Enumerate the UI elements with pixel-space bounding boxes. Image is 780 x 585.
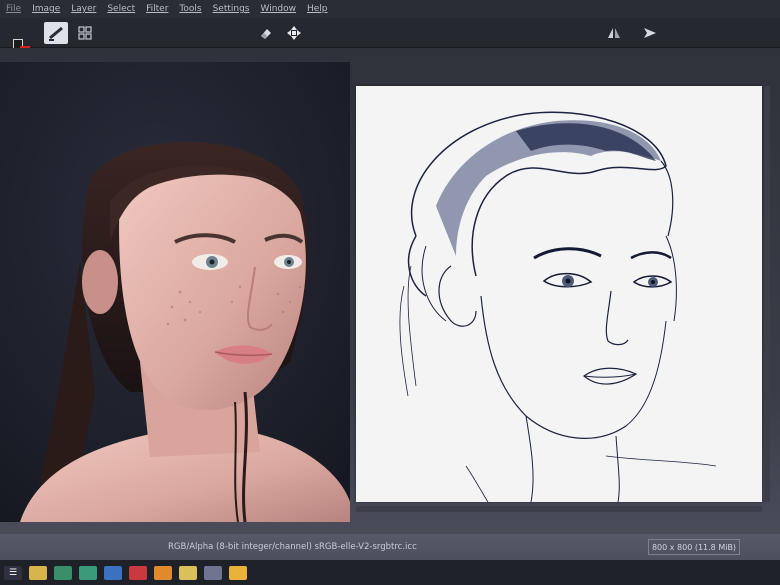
store-icon[interactable] bbox=[54, 565, 72, 580]
image-size-button[interactable]: 800 x 800 (11.8 MiB) bbox=[648, 539, 740, 555]
eraser-icon bbox=[261, 29, 271, 39]
drawing-canvas[interactable] bbox=[356, 86, 762, 502]
vertical-scrollbar[interactable] bbox=[764, 86, 770, 502]
menu-window[interactable]: Window bbox=[261, 4, 297, 14]
menubar: File Image Layer Select Filter Tools Set… bbox=[0, 0, 780, 18]
move-button[interactable] bbox=[286, 22, 302, 44]
brush-preset-icon bbox=[49, 26, 63, 41]
arrow-icon bbox=[644, 28, 656, 38]
move-icon bbox=[287, 26, 301, 40]
krita-icon[interactable] bbox=[229, 565, 247, 580]
menu-file[interactable]: File bbox=[6, 4, 21, 14]
image-size-label: 800 x 800 (11.8 MiB) bbox=[651, 542, 737, 552]
horizontal-scrollbar[interactable] bbox=[356, 506, 762, 512]
reference-image-docker bbox=[0, 62, 350, 522]
krita-window: File Image Layer Select Filter Tools Set… bbox=[0, 0, 780, 585]
reference-photo bbox=[0, 62, 350, 522]
menu-select[interactable]: Select bbox=[107, 4, 135, 14]
app-icon[interactable] bbox=[129, 565, 147, 580]
media-icon[interactable] bbox=[79, 565, 97, 580]
office-icon[interactable] bbox=[154, 565, 172, 580]
folder-icon[interactable] bbox=[29, 565, 47, 580]
menu-tools[interactable]: Tools bbox=[179, 4, 201, 14]
grid-icon bbox=[78, 26, 92, 40]
menu-filter[interactable]: Filter bbox=[146, 4, 168, 14]
menu-layer[interactable]: Layer bbox=[71, 4, 96, 14]
taskbar: ☰ bbox=[0, 560, 780, 585]
mirror-button[interactable] bbox=[606, 22, 622, 44]
mirror-icon bbox=[608, 28, 620, 38]
brush-preset-button[interactable] bbox=[44, 22, 68, 44]
menu-image[interactable]: Image bbox=[32, 4, 60, 14]
line-art-sketch bbox=[399, 111, 717, 502]
start-icon[interactable]: ☰ bbox=[4, 565, 22, 580]
photo-icon[interactable] bbox=[204, 565, 222, 580]
toolbar bbox=[0, 18, 780, 56]
color-space-label: RGB/Alpha (8-bit integer/channel) sRGB-e… bbox=[168, 542, 417, 552]
statusbar: RGB/Alpha (8-bit integer/channel) sRGB-e… bbox=[0, 534, 780, 560]
menu-settings[interactable]: Settings bbox=[213, 4, 250, 14]
arrow-button[interactable] bbox=[642, 22, 658, 44]
file-icon[interactable] bbox=[179, 565, 197, 580]
mail-icon[interactable] bbox=[104, 565, 122, 580]
eraser-button[interactable] bbox=[258, 22, 274, 44]
pattern-button[interactable] bbox=[76, 22, 94, 44]
menu-help[interactable]: Help bbox=[307, 4, 328, 14]
